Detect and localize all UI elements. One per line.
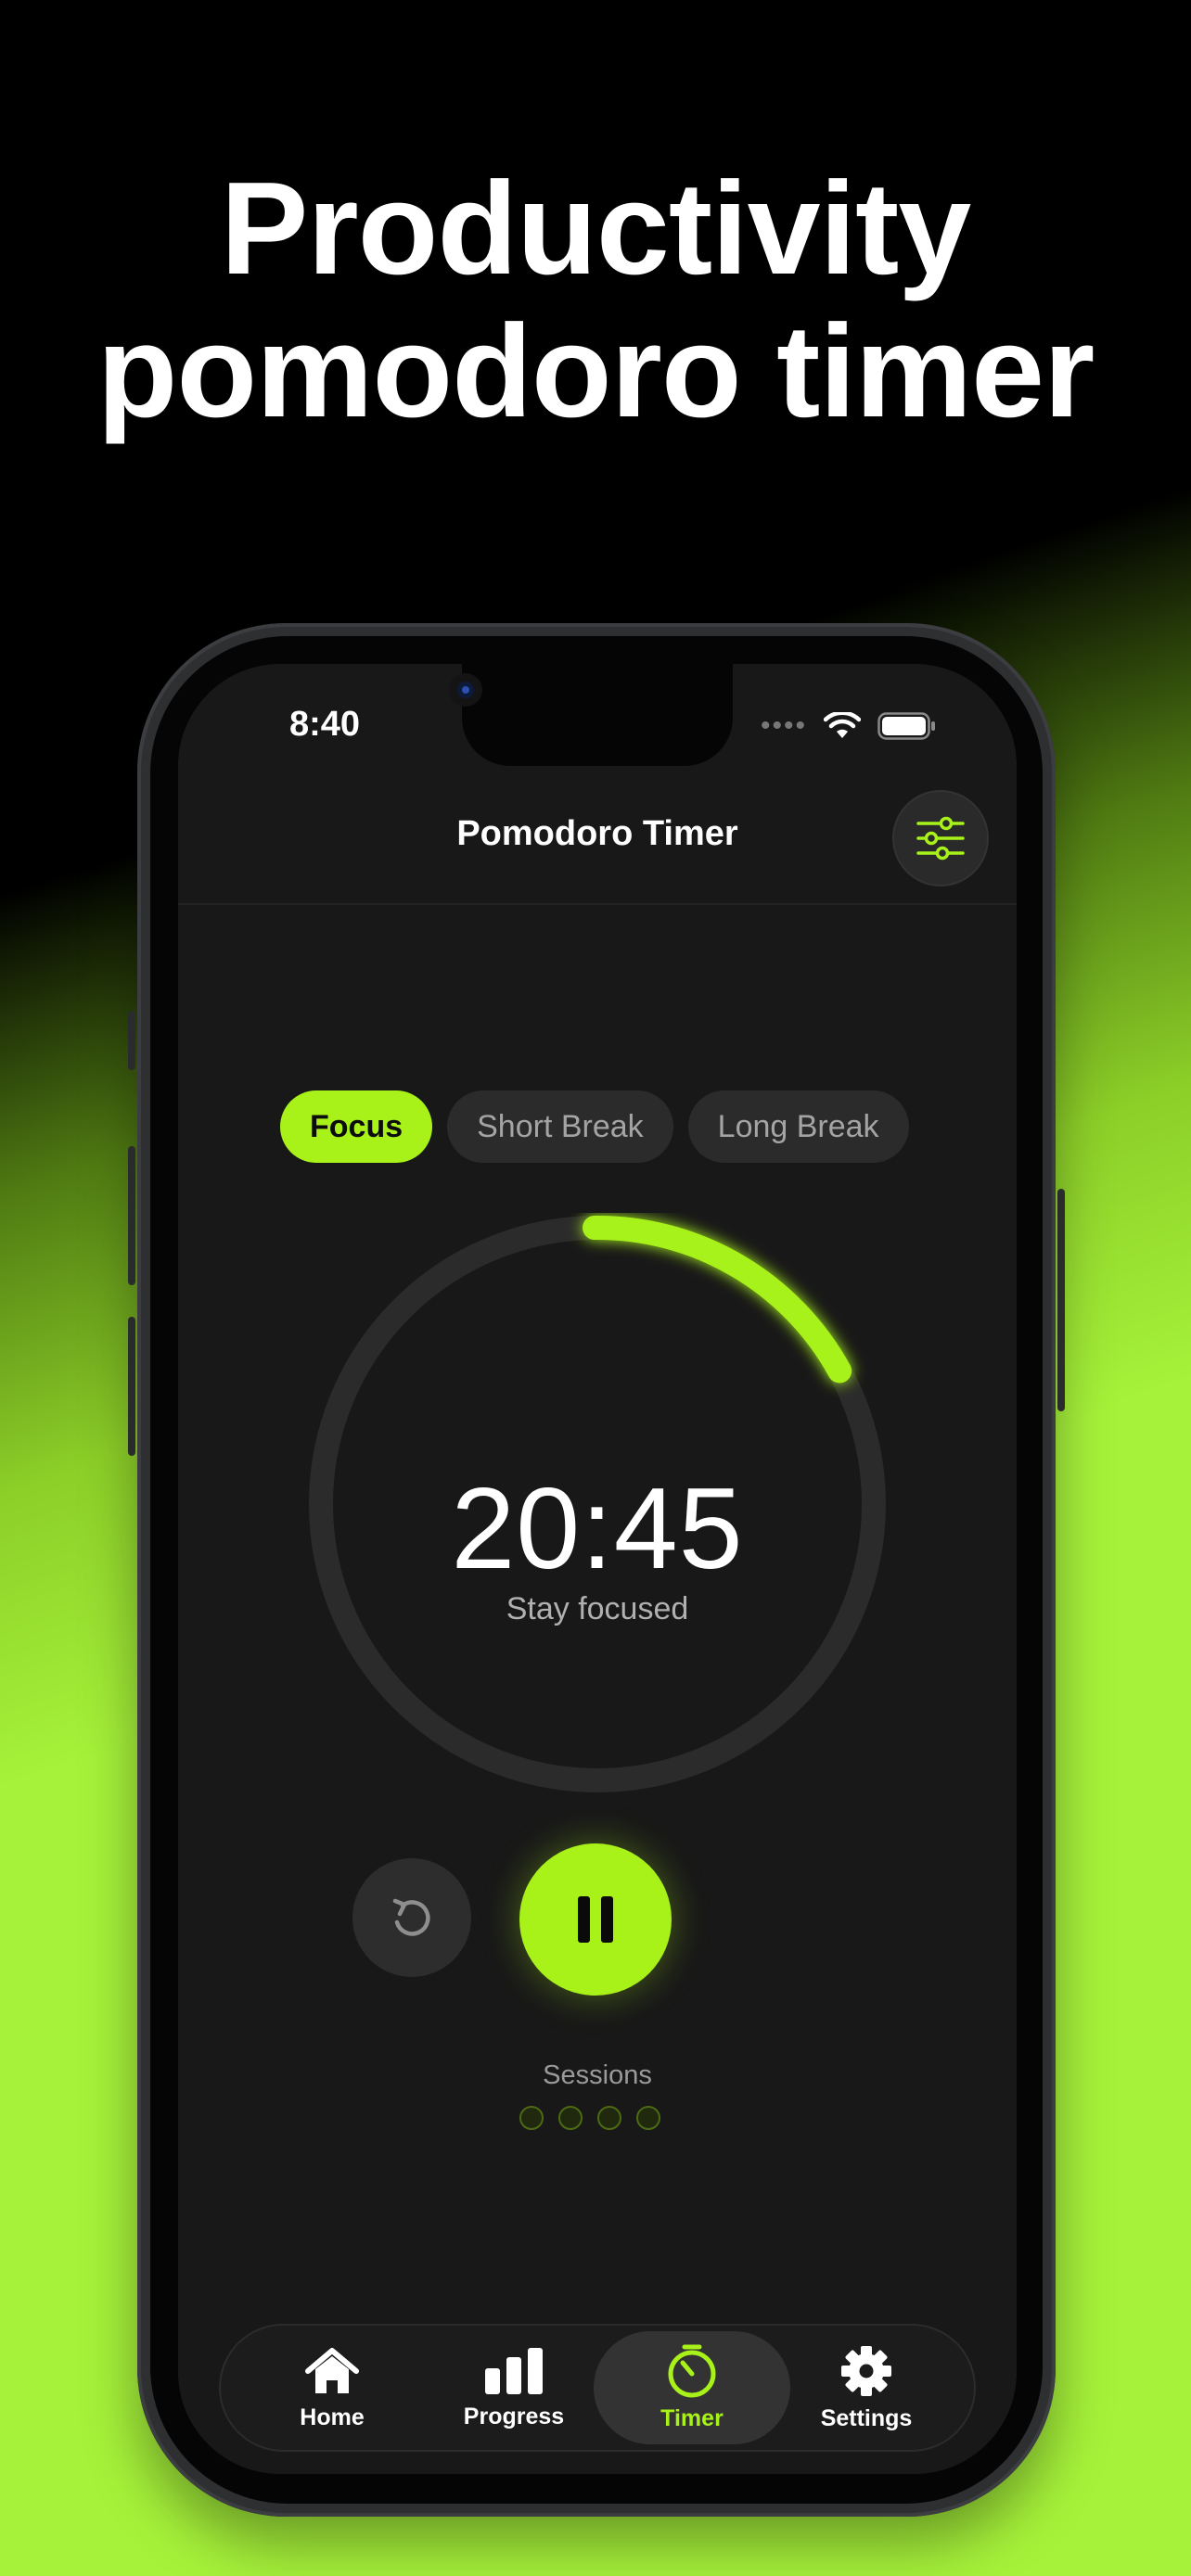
battery-icon (877, 712, 935, 740)
status-time: 8:40 (289, 705, 361, 744)
timer-icon (668, 2344, 716, 2397)
mode-long-break-button[interactable]: Long Break (687, 1090, 909, 1163)
timer-status-text: Stay focused (506, 1591, 689, 1626)
reset-button[interactable] (352, 1858, 471, 1977)
reset-icon (392, 1898, 430, 1936)
gear-icon (841, 2345, 891, 2396)
page-title: Pomodoro Timer (456, 814, 738, 853)
timer-settings-button[interactable] (892, 790, 989, 886)
tab-timer[interactable]: Timer (594, 2331, 790, 2444)
status-icons: •••• (761, 710, 937, 742)
headline-line-2: pomodoro timer (96, 298, 1095, 445)
sessions-label: Sessions (543, 2060, 652, 2090)
home-icon (305, 2347, 359, 2393)
phone-side-button (128, 1011, 135, 1070)
session-dot-4 (636, 2106, 660, 2130)
camera-icon (449, 673, 482, 707)
mode-selector: Focus Short Break Long Break (280, 1090, 909, 1163)
tab-home-label: Home (300, 2404, 365, 2430)
phone-power-button (1057, 1189, 1065, 1411)
pause-icon (578, 1896, 613, 1943)
mode-short-break-button[interactable]: Short Break (447, 1090, 673, 1163)
tab-bar: Home Progress Timer Settings (219, 2324, 976, 2452)
sliders-icon (916, 816, 965, 861)
session-dot-1 (519, 2106, 544, 2130)
bar-chart-icon (485, 2347, 543, 2394)
phone-volume-up (128, 1146, 135, 1285)
tab-timer-label: Timer (660, 2404, 724, 2431)
timer-countdown: 20:45 (451, 1465, 744, 1593)
header-divider (178, 903, 1017, 905)
timer-progress-arc (583, 1216, 852, 1384)
tab-settings[interactable]: Settings (768, 2331, 965, 2444)
session-dot-2 (558, 2106, 583, 2130)
tab-progress[interactable]: Progress (416, 2331, 612, 2444)
session-dot-3 (597, 2106, 621, 2130)
tab-settings-label: Settings (820, 2404, 913, 2431)
pause-button[interactable] (519, 1843, 672, 1996)
wifi-icon (824, 712, 861, 738)
notch (462, 664, 733, 766)
phone-volume-down (128, 1317, 135, 1456)
tab-home[interactable]: Home (234, 2331, 430, 2444)
signal-icon: •••• (760, 710, 807, 741)
headline-line-1: Productivity (220, 155, 972, 302)
session-dots (519, 2106, 660, 2130)
mode-focus-button[interactable]: Focus (280, 1090, 433, 1163)
tab-progress-label: Progress (463, 2403, 565, 2429)
app-screen: 8:40 •••• Pomodoro Timer Focus Short Bre… (178, 664, 1017, 2474)
headline: Productivity pomodoro timer (0, 158, 1191, 443)
